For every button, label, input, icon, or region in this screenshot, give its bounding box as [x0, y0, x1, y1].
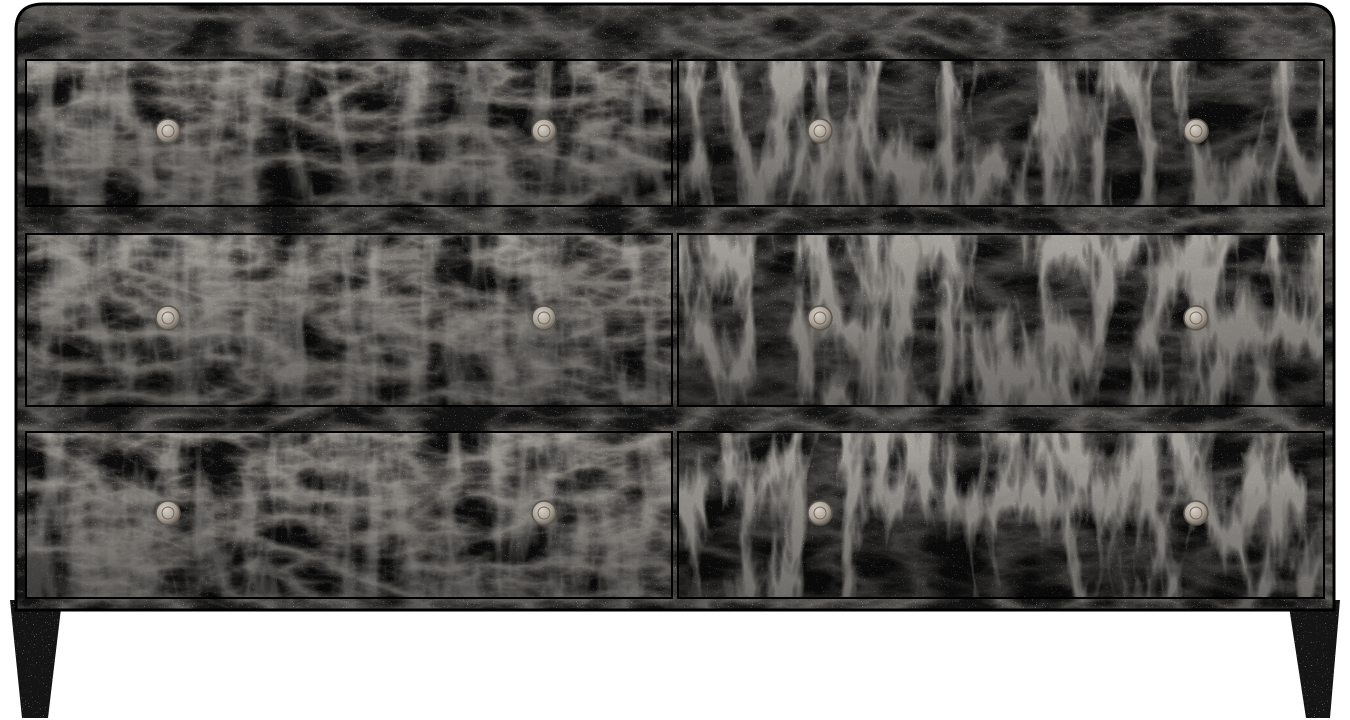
drawer-shading	[678, 432, 1324, 598]
drawer-1-1[interactable]	[25, 59, 673, 207]
drawer-shading	[26, 234, 672, 406]
dresser-illustration	[10, 2, 1340, 718]
drawer-knob[interactable]	[807, 500, 833, 526]
dresser-photo	[0, 0, 1350, 720]
drawer-knob[interactable]	[531, 305, 557, 331]
drawer-knob[interactable]	[155, 305, 181, 331]
drawer-knob[interactable]	[1183, 305, 1209, 331]
drawer-knob[interactable]	[807, 118, 833, 144]
drawer-3-2[interactable]	[677, 431, 1325, 599]
drawer-shading	[678, 60, 1324, 206]
drawer-knob[interactable]	[1183, 118, 1209, 144]
drawer-3-1[interactable]	[25, 431, 673, 599]
drawer-knob[interactable]	[531, 500, 557, 526]
drawer-1-2[interactable]	[677, 59, 1325, 207]
drawer-knob[interactable]	[531, 118, 557, 144]
drawer-shading	[26, 60, 672, 206]
drawer-shading	[26, 432, 672, 598]
drawer-knob[interactable]	[155, 500, 181, 526]
drawer-knob[interactable]	[807, 305, 833, 331]
drawer-knob[interactable]	[155, 118, 181, 144]
drawer-knob[interactable]	[1183, 500, 1209, 526]
drawer-2-2[interactable]	[677, 233, 1325, 407]
drawer-2-1[interactable]	[25, 233, 673, 407]
dresser-legs	[10, 600, 1340, 718]
drawer-shading	[678, 234, 1324, 406]
